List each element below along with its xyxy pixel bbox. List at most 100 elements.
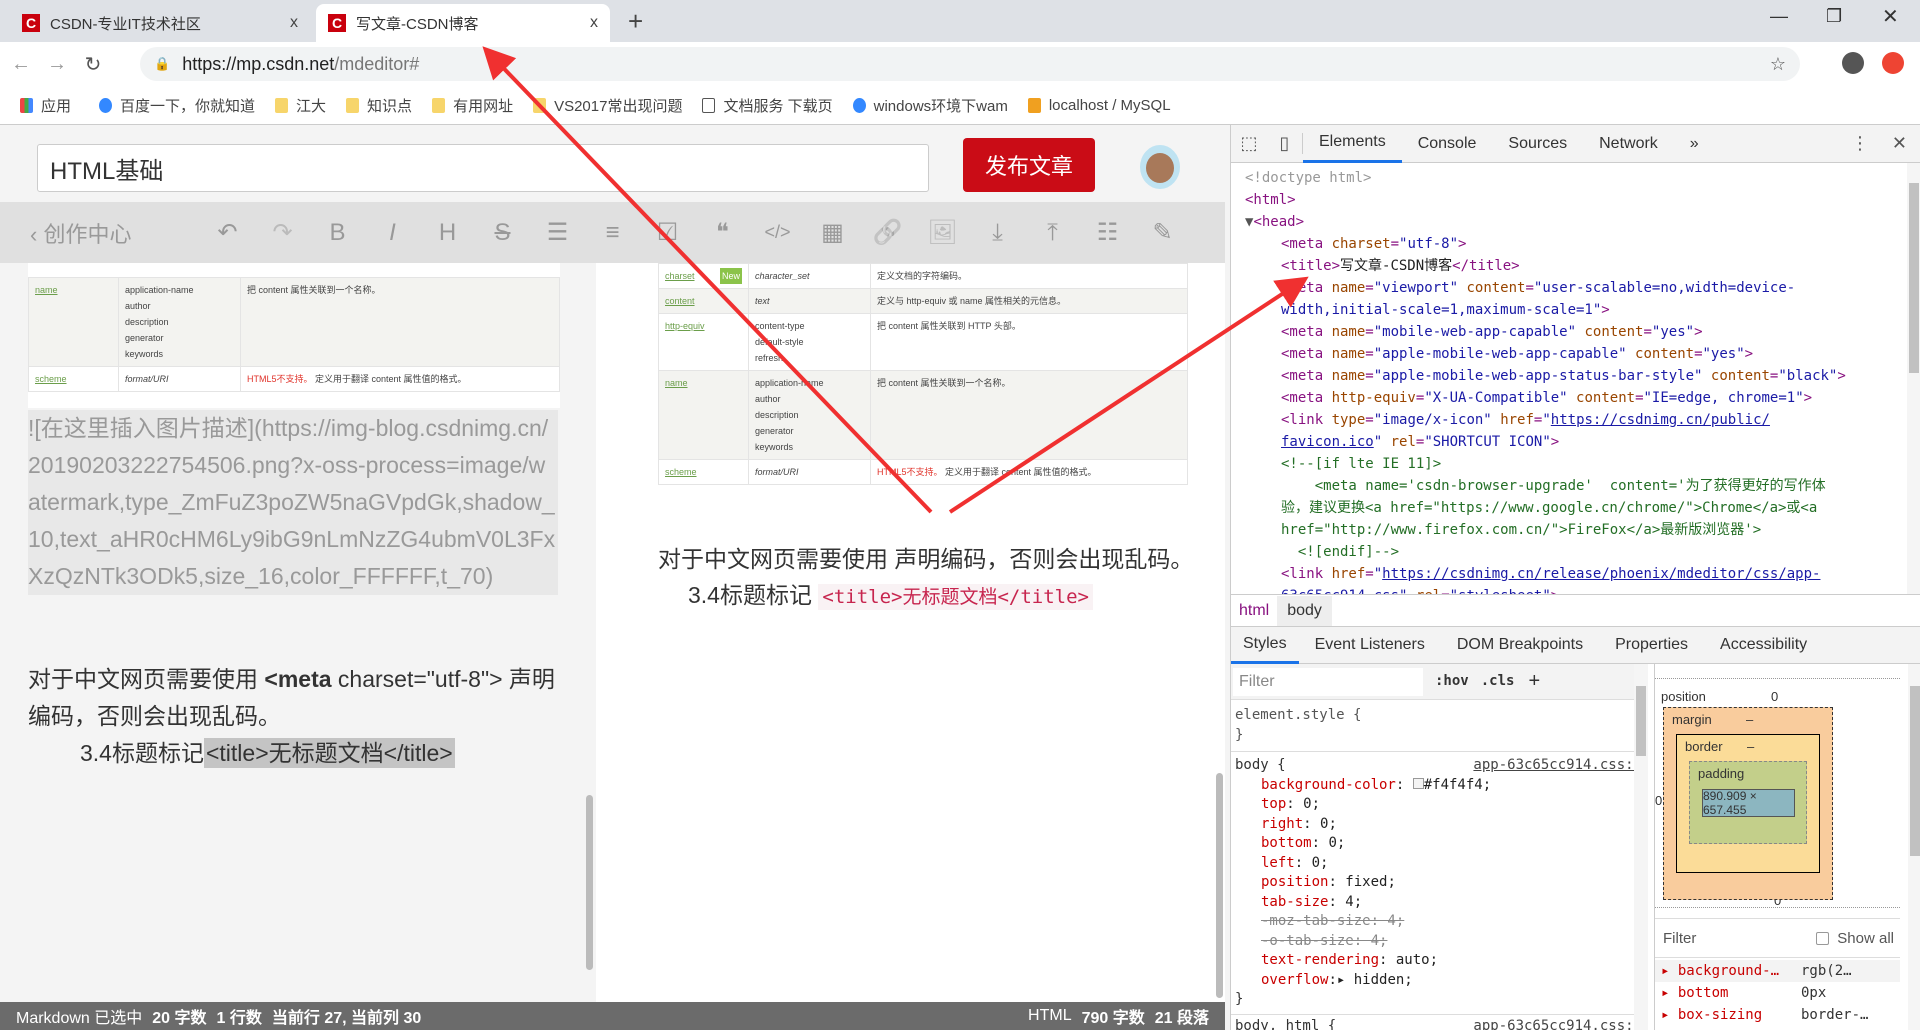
body-rule[interactable]: body {app-63c65cc914.css:1 background-co…: [1231, 752, 1648, 1015]
dom-line[interactable]: <meta name="mobile-web-app-capable" cont…: [1231, 321, 1907, 343]
preview-scrollbar[interactable]: [1216, 773, 1223, 998]
new-tab-button[interactable]: +: [628, 6, 643, 37]
article-title-input[interactable]: HTML基础: [37, 144, 929, 192]
dom-line[interactable]: <!--[if lte IE 11]>: [1231, 453, 1907, 475]
tab-elements[interactable]: Elements: [1303, 125, 1402, 163]
close-tab-icon[interactable]: x: [290, 14, 298, 32]
editor-scrollbar[interactable]: [586, 795, 593, 970]
tab-sources[interactable]: Sources: [1492, 125, 1583, 163]
breadcrumb-html[interactable]: html: [1231, 602, 1277, 620]
css-prop[interactable]: background-color: #f4f4f4;: [1235, 776, 1644, 796]
device-toolbar-icon[interactable]: ▯: [1267, 133, 1303, 154]
strikethrough-icon[interactable]: S: [475, 219, 530, 247]
computed-prop[interactable]: ▸ box-sizing border-…: [1655, 1004, 1900, 1026]
box-model-border[interactable]: border – padding 890.909 × 657.455: [1676, 734, 1820, 873]
box-model-margin[interactable]: margin – border – padding 890.909 × 657.…: [1663, 707, 1833, 900]
box-model-content-size[interactable]: 890.909 × 657.455: [1702, 789, 1795, 817]
overridden-prop[interactable]: -moz-tab-size: 4;: [1235, 912, 1644, 932]
forward-arrow-icon[interactable]: →: [42, 53, 72, 76]
css-prop[interactable]: bottom: 0;: [1235, 834, 1644, 854]
box-model-padding[interactable]: padding 890.909 × 657.455: [1689, 761, 1807, 844]
body-html-rule[interactable]: body, html {app-63c65cc914.css:1: [1231, 1015, 1648, 1030]
color-swatch[interactable]: [1412, 777, 1424, 789]
bookmark-baidu[interactable]: 百度一下，你就知道: [99, 95, 255, 116]
element-style-rule[interactable]: element.style {}: [1231, 700, 1648, 752]
table-icon[interactable]: ▦: [805, 218, 860, 247]
dom-line[interactable]: <meta charset="utf-8">: [1231, 233, 1907, 255]
css-prop[interactable]: top: 0;: [1235, 795, 1644, 815]
dom-line[interactable]: <title>写文章-CSDN博客</title>: [1231, 255, 1907, 277]
inspect-element-icon[interactable]: ⬚: [1231, 133, 1267, 154]
tab-accessibility[interactable]: Accessibility: [1704, 626, 1823, 664]
bookmark-apps[interactable]: 应用: [20, 95, 71, 116]
new-rule-button[interactable]: +: [1528, 671, 1540, 692]
heading-icon[interactable]: H: [420, 219, 475, 247]
dom-line[interactable]: <!doctype html>: [1231, 167, 1907, 189]
css-prop[interactable]: tab-size: 4;: [1235, 893, 1644, 913]
tab-network[interactable]: Network: [1583, 125, 1674, 163]
dom-line[interactable]: <html>: [1231, 189, 1907, 211]
dom-line[interactable]: ▼<head>: [1231, 211, 1907, 233]
overridden-prop[interactable]: -o-tab-size: 4;: [1235, 932, 1644, 952]
extension-icon[interactable]: [1882, 52, 1904, 74]
dom-line[interactable]: 63c65cc914.css" rel="stylesheet">: [1231, 585, 1907, 594]
dom-line[interactable]: <meta name='csdn-browser-upgrade' conten…: [1231, 475, 1907, 497]
styles-filter-input[interactable]: Filter: [1233, 667, 1423, 696]
browser-tab-csdn[interactable]: C CSDN-专业IT技术社区 x: [10, 4, 310, 42]
profile-avatar-icon[interactable]: [1842, 52, 1864, 74]
dom-line[interactable]: href="http://www.firefox.com.cn/">FireFo…: [1231, 519, 1907, 541]
minimize-icon[interactable]: —: [1770, 6, 1788, 27]
undo-icon[interactable]: ↶: [200, 218, 255, 247]
computed-prop[interactable]: ▸ bottom 0px: [1655, 982, 1900, 1004]
css-prop[interactable]: overflow:▸ hidden;: [1235, 971, 1644, 991]
ordered-list-icon[interactable]: ≡: [585, 219, 640, 247]
dom-line[interactable]: <meta name="viewport" content="user-scal…: [1231, 277, 1907, 299]
dom-line[interactable]: <![endif]-->: [1231, 541, 1907, 563]
dom-line[interactable]: <meta name="apple-mobile-web-app-capable…: [1231, 343, 1907, 365]
unordered-list-icon[interactable]: ☰: [530, 218, 585, 247]
css-prop[interactable]: right: 0;: [1235, 815, 1644, 835]
import-icon[interactable]: ⤓: [970, 219, 1025, 247]
cls-toggle[interactable]: .cls: [1481, 672, 1515, 692]
back-to-creation-center[interactable]: ‹ 创作中心: [30, 217, 200, 249]
dom-line[interactable]: 验，建议更换<a href="https://www.google.cn/chr…: [1231, 497, 1907, 519]
url-input[interactable]: 🔒 https://mp.csdn.net/mdeditor# ☆: [140, 47, 1800, 81]
bookmark-phpmyadmin[interactable]: localhost / MySQL: [1027, 97, 1171, 114]
rule-source-link[interactable]: app-63c65cc914.css:1: [1473, 1017, 1642, 1030]
back-arrow-icon[interactable]: ←: [6, 53, 36, 76]
dom-line[interactable]: <meta name="apple-mobile-web-app-status-…: [1231, 365, 1907, 387]
computed-prop[interactable]: ▸ background-… rgb(2…: [1655, 960, 1900, 982]
bookmark-baidu[interactable]: windows环境下wam: [852, 95, 1008, 116]
bookmark-folder[interactable]: 知识点: [346, 95, 412, 116]
tab-event-listeners[interactable]: Event Listeners: [1299, 626, 1441, 664]
bookmark-folder[interactable]: 有用网址: [432, 95, 513, 116]
window-close-icon[interactable]: ✕: [1882, 4, 1899, 29]
tab-styles[interactable]: Styles: [1231, 626, 1299, 664]
tab-dom-breakpoints[interactable]: DOM Breakpoints: [1441, 626, 1599, 664]
reload-icon[interactable]: ↻: [78, 52, 108, 77]
image-icon[interactable]: 🖼: [915, 218, 970, 247]
rule-source-link[interactable]: app-63c65cc914.css:1: [1473, 756, 1642, 776]
css-prop[interactable]: text-rendering: auto;: [1235, 951, 1644, 971]
more-tabs-icon[interactable]: »: [1674, 125, 1715, 163]
hov-toggle[interactable]: :hov: [1435, 672, 1469, 692]
styles-scrollbar[interactable]: [1634, 664, 1648, 1030]
maximize-icon[interactable]: ❐: [1826, 6, 1842, 27]
publish-settings-icon[interactable]: ✎: [1135, 218, 1190, 247]
dom-scrollbar[interactable]: [1907, 163, 1920, 594]
dom-tree[interactable]: <!doctype html> <html> ▼<head> <meta cha…: [1231, 163, 1907, 594]
close-tab-icon[interactable]: x: [590, 14, 598, 32]
browser-tab-write[interactable]: C 写文章-CSDN博客 x: [316, 4, 610, 42]
dom-line[interactable]: favicon.ico" rel="SHORTCUT ICON">: [1231, 431, 1907, 453]
dom-line[interactable]: <link type="image/x-icon" href="https://…: [1231, 409, 1907, 431]
css-prop[interactable]: position: fixed;: [1235, 873, 1644, 893]
bookmark-star-icon[interactable]: ☆: [1770, 54, 1786, 75]
export-icon[interactable]: ⤒: [1025, 219, 1080, 247]
dom-line[interactable]: width,initial-scale=1,maximum-scale=1">: [1231, 299, 1907, 321]
breadcrumb-body[interactable]: body: [1277, 595, 1332, 626]
css-prop[interactable]: left: 0;: [1235, 854, 1644, 874]
code-icon[interactable]: </>: [750, 222, 805, 243]
task-list-icon[interactable]: ☑: [640, 218, 695, 247]
dom-line[interactable]: <link href="https://csdnimg.cn/release/p…: [1231, 563, 1907, 585]
redo-icon[interactable]: ↷: [255, 218, 310, 247]
